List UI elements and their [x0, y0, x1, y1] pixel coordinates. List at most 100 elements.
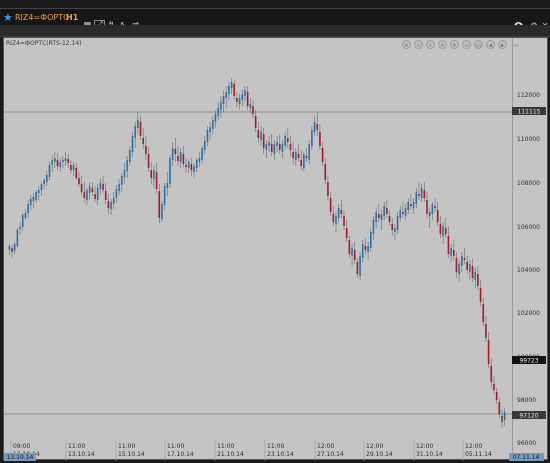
candle-body: [364, 246, 367, 250]
candle-body: [123, 170, 126, 177]
candle-body: [145, 146, 147, 154]
candle-body: [51, 160, 53, 165]
candle-body: [461, 256, 463, 266]
candle-body: [444, 228, 447, 234]
candle-body: [214, 114, 217, 122]
candle-body: [96, 188, 99, 200]
candle-body: [206, 130, 209, 142]
candle-body: [361, 244, 364, 258]
candle-body: [356, 262, 359, 274]
candle-body: [75, 168, 78, 178]
candle-body: [359, 256, 361, 276]
candle-body: [177, 156, 179, 161]
time-tick-label: 12:00: [416, 443, 433, 450]
candle-body: [273, 144, 276, 154]
candle-body: [102, 184, 104, 190]
candle-body: [372, 220, 375, 234]
price-tick-label: 110000: [517, 136, 540, 143]
candle-body: [308, 144, 311, 160]
candle-body: [284, 136, 286, 146]
candle-body: [281, 144, 284, 152]
candle-body: [407, 202, 410, 210]
candle-body: [257, 130, 260, 138]
candle-body: [369, 232, 372, 248]
candle-body: [391, 224, 394, 230]
candle-body: [70, 165, 72, 170]
time-tick-label: 11:00: [267, 443, 284, 450]
date-tick-label: 29.10.14: [366, 451, 393, 458]
candle-body: [380, 214, 383, 220]
candle-body: [222, 96, 225, 104]
candle-body: [161, 204, 163, 219]
candle-body: [142, 138, 145, 144]
candle-body: [40, 184, 43, 190]
candle-body: [78, 178, 80, 184]
candle-body: [265, 144, 268, 150]
candle-body: [190, 164, 193, 170]
candle-body: [450, 248, 452, 256]
favorite-star-icon[interactable]: ★: [3, 9, 13, 25]
time-tick-label: 11:00: [118, 443, 135, 450]
candle-body: [487, 340, 490, 364]
app-top-strip: [0, 0, 550, 9]
candle-body: [415, 192, 418, 204]
candle-body: [367, 246, 369, 252]
price-tick-label: 112000: [517, 92, 540, 99]
candle-body: [203, 141, 206, 150]
time-tick-label: 11:00: [167, 443, 184, 450]
candle-body: [46, 175, 48, 182]
time-tick-label: 11:00: [68, 443, 85, 450]
candle-body: [337, 208, 340, 218]
candle-body: [24, 213, 27, 218]
candle-body: [134, 126, 136, 138]
candle-body: [147, 154, 150, 168]
date-tick-label: 17.10.14: [167, 451, 194, 458]
candle-body: [396, 216, 399, 230]
candle-body: [410, 204, 412, 206]
candle-body: [21, 215, 24, 227]
hline-top-price: 111115: [518, 109, 541, 116]
candle-body: [182, 154, 185, 164]
candle-body: [394, 228, 396, 232]
candle-body: [447, 236, 450, 254]
candle-body: [104, 191, 107, 200]
candle-body: [463, 258, 466, 260]
candlestick-chart: 1120001100001080001060001040001020001000…: [4, 38, 546, 461]
candle-body: [300, 160, 302, 166]
candle-body: [201, 148, 203, 160]
candle-body: [452, 250, 455, 256]
candle-body: [434, 206, 436, 208]
candle-body: [83, 192, 86, 198]
candle-body: [418, 194, 420, 196]
price-chart-area[interactable]: RIZ4=ФОРТС(RTS-12.14) « ‹ › » + − ▭ ◂ ▸ …: [3, 37, 548, 461]
candle-body: [32, 197, 35, 201]
candle-body: [94, 194, 96, 199]
candle-body: [442, 226, 444, 236]
candle-body: [340, 210, 343, 214]
price-axis-divider: [512, 38, 513, 461]
price-axis-labels: 1120001100001080001060001040001020001000…: [517, 92, 540, 447]
axis-start-date: 13.10.14: [7, 454, 34, 461]
candle-body: [169, 158, 171, 184]
timeframe-label[interactable]: H1: [66, 9, 78, 25]
date-tick-label: 21.10.14: [217, 451, 244, 458]
candle-body: [99, 183, 102, 189]
candle-body: [348, 240, 351, 254]
candle-body: [412, 202, 415, 208]
time-tick-label: 12:00: [317, 443, 334, 450]
candle-body: [54, 158, 56, 162]
candle-body: [67, 159, 70, 163]
candle-body: [43, 180, 45, 184]
candle-body: [131, 136, 134, 152]
candle-body: [252, 106, 254, 114]
candle-body: [335, 216, 337, 224]
candle-body: [254, 116, 257, 128]
candles: [8, 78, 506, 428]
candle-body: [233, 84, 236, 96]
candle-body: [193, 166, 195, 172]
candle-body: [16, 230, 19, 246]
symbol-label[interactable]: RIZ4=ФОРТС: [15, 9, 69, 25]
candle-body: [402, 212, 404, 214]
candle-body: [477, 274, 479, 286]
candle-body: [115, 189, 118, 198]
